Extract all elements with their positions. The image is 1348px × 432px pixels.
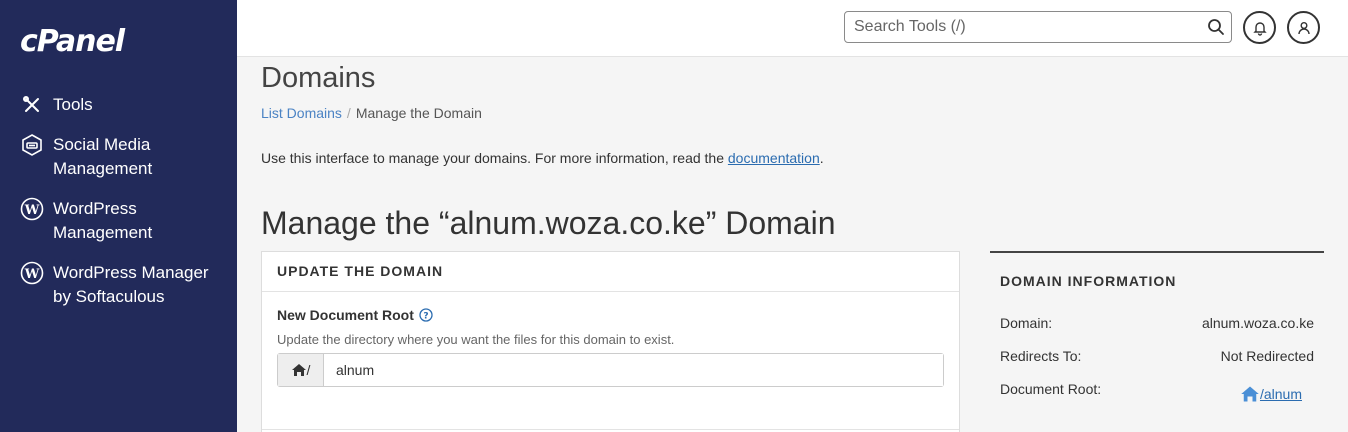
- home-icon: [1241, 386, 1259, 402]
- svg-text:W: W: [24, 267, 40, 282]
- top-bar: [237, 0, 1348, 57]
- document-root-help: Update the directory where you want the …: [277, 332, 675, 347]
- cpanel-logo[interactable]: cPanel: [20, 24, 125, 59]
- info-key: Domain:: [1000, 315, 1053, 331]
- bell-icon: [1252, 21, 1267, 36]
- document-root-input[interactable]: [324, 354, 943, 386]
- help-icon[interactable]: ?: [419, 308, 433, 322]
- svg-text:?: ?: [423, 312, 428, 322]
- sidebar-item-label: Social Media Management: [53, 135, 153, 178]
- home-icon: [291, 364, 306, 376]
- update-domain-panel-title: UPDATE THE DOMAIN: [262, 252, 959, 292]
- breadcrumb-list-domains-link[interactable]: List Domains: [261, 105, 342, 121]
- intro-text: Use this interface to manage your domain…: [261, 150, 824, 166]
- documentation-link[interactable]: documentation: [728, 150, 820, 166]
- wordpress-icon: W: [20, 197, 44, 221]
- info-key: Redirects To:: [1000, 348, 1082, 364]
- sidebar-item-label: WordPress Management: [53, 199, 153, 242]
- sidebar-item-wordpress-softaculous[interactable]: W WordPress Manager by Softaculous: [20, 261, 223, 309]
- info-value: Not Redirected: [1220, 348, 1314, 364]
- user-menu-button[interactable]: [1287, 11, 1320, 44]
- sidebar-item-tools[interactable]: Tools: [20, 93, 223, 117]
- domain-information-panel: DOMAIN INFORMATION Domain: alnum.woza.co…: [990, 251, 1324, 402]
- info-key: Document Root:: [1000, 381, 1102, 397]
- tools-icon: [20, 93, 44, 117]
- sidebar-item-label: Tools: [53, 95, 93, 114]
- sidebar-item-wordpress-management[interactable]: W WordPress Management: [20, 197, 223, 245]
- search-icon[interactable]: [1207, 18, 1225, 36]
- breadcrumb: List Domains / Manage the Domain: [261, 105, 482, 121]
- sidebar-item-label: WordPress Manager by Softaculous: [53, 263, 209, 306]
- intro-text-body: Use this interface to manage your domain…: [261, 150, 728, 166]
- search-input[interactable]: [844, 11, 1232, 43]
- svg-text:W: W: [24, 203, 40, 218]
- sidebar: cPanel Tools Social Media Management W W…: [0, 0, 237, 432]
- info-value: alnum.woza.co.ke: [1201, 315, 1314, 331]
- document-root-label: New Document Root ?: [277, 307, 433, 323]
- domain-heading: Manage the “alnum.woza.co.ke” Domain: [261, 205, 836, 241]
- document-root-input-group: /: [277, 353, 944, 387]
- document-root-prefix: /: [278, 354, 324, 386]
- breadcrumb-current: Manage the Domain: [355, 105, 482, 121]
- sidebar-item-social-media[interactable]: Social Media Management: [20, 133, 223, 181]
- page-title: Domains: [261, 62, 376, 94]
- document-root-link-text: /alnum: [1259, 386, 1302, 402]
- breadcrumb-separator: /: [346, 105, 351, 121]
- user-icon: [1297, 21, 1310, 34]
- document-root-label-text: New Document Root: [277, 307, 414, 323]
- panel-divider: [262, 429, 959, 430]
- intro-text-end: .: [819, 150, 824, 166]
- social-media-icon: [20, 133, 44, 157]
- notifications-button[interactable]: [1243, 11, 1276, 44]
- document-root-link[interactable]: /alnum: [1240, 385, 1302, 403]
- wordpress-icon: W: [20, 261, 44, 285]
- domain-information-title: DOMAIN INFORMATION: [1000, 273, 1177, 289]
- document-root-prefix-text: /: [306, 362, 311, 378]
- update-domain-panel: UPDATE THE DOMAIN New Document Root ? Up…: [261, 251, 960, 432]
